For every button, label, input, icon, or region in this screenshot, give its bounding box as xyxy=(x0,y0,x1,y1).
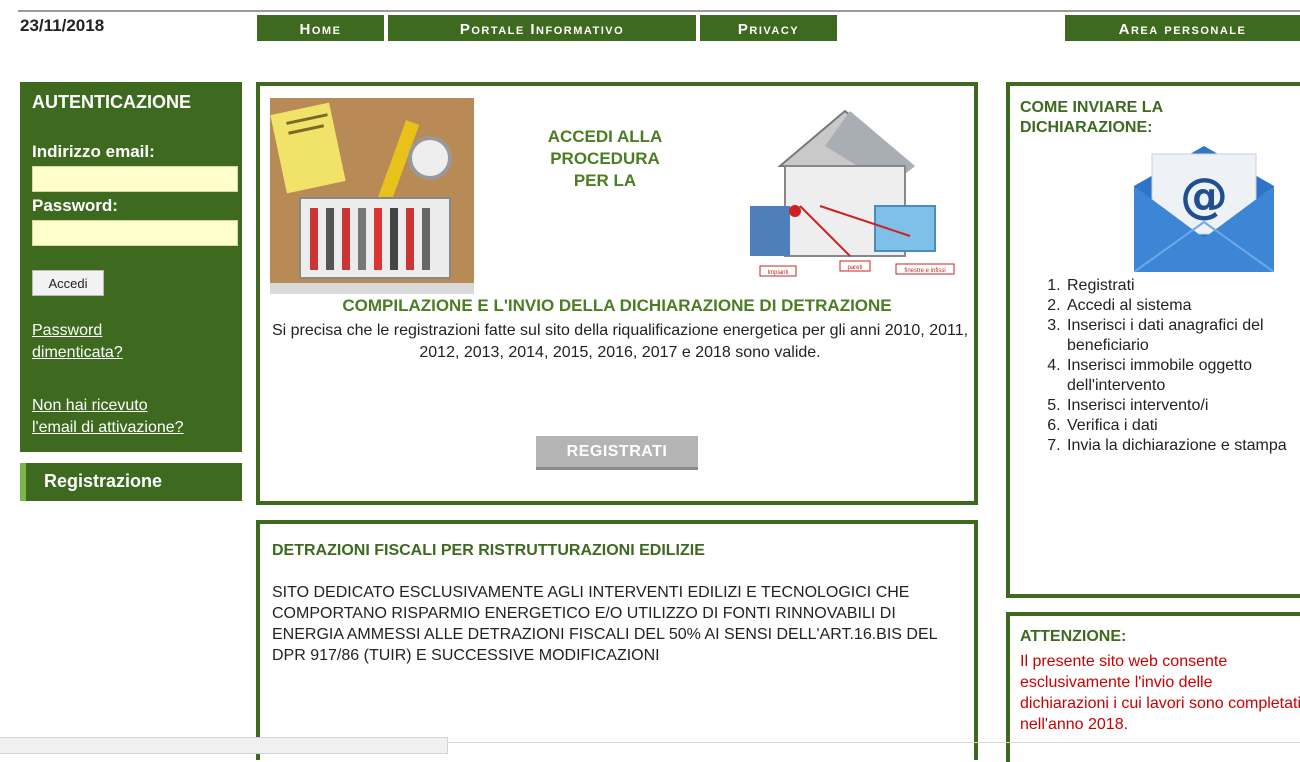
accedi-line2: PROCEDURA xyxy=(550,149,660,168)
password-label: Password: xyxy=(32,196,118,215)
house-label-impianti: Impianti xyxy=(767,270,788,276)
accedi-line1: ACCEDI ALLA xyxy=(547,127,663,146)
svg-text:@: @ xyxy=(1180,168,1228,224)
accedi-line3: PER LA xyxy=(573,171,637,190)
step-item: Inserisci immobile oggetto dell'interven… xyxy=(1065,356,1300,396)
resend-activation-line2: l'email di attivazione? xyxy=(32,419,184,436)
nav-area-personale[interactable]: Area personale xyxy=(1065,15,1300,41)
come-inviare-title-line1: COME INVIARE LA xyxy=(1020,99,1164,116)
header-divider xyxy=(18,10,1300,12)
auth-panel: AUTENTICAZIONE Indirizzo email: Password… xyxy=(20,82,242,452)
resend-activation-line1: Non hai ricevuto xyxy=(32,397,148,414)
tools-image xyxy=(270,98,474,294)
detrazioni-title: DETRAZIONI FISCALI PER RISTRUTTURAZIONI … xyxy=(272,542,705,559)
password-field[interactable] xyxy=(32,220,238,246)
email-field[interactable] xyxy=(32,166,238,192)
forgot-password-link[interactable]: Password dimenticata? xyxy=(32,320,123,364)
house-illustration: Impianti pareti finestre e infissi xyxy=(730,106,960,281)
browser-status-bar xyxy=(0,737,448,754)
compilazione-heading: COMPILAZIONE E L'INVIO DELLA DICHIARAZIO… xyxy=(342,296,892,315)
registrazione-label: Registrazione xyxy=(44,471,163,491)
detrazioni-body: SITO DEDICATO ESCLUSIVAMENTE AGLI INTERV… xyxy=(272,584,937,664)
current-date: 23/11/2018 xyxy=(20,16,105,35)
nav-home[interactable]: Home xyxy=(257,15,384,41)
forgot-password-line1: Password xyxy=(32,322,103,339)
registrazioni-note: Si precisa che le registrazioni fatte su… xyxy=(271,322,969,361)
attenzione-title: ATTENZIONE: xyxy=(1020,628,1127,645)
auth-title: AUTENTICAZIONE xyxy=(32,92,191,112)
house-label-pareti: pareti xyxy=(847,265,862,271)
email-label: Indirizzo email: xyxy=(32,142,155,161)
house-label-finestre: finestre e infissi xyxy=(904,268,945,274)
detrazioni-box: DETRAZIONI FISCALI PER RISTRUTTURAZIONI … xyxy=(256,520,978,760)
attenzione-box: ATTENZIONE: Il presente sito web consent… xyxy=(1006,612,1300,762)
resend-activation-link[interactable]: Non hai ricevuto l'email di attivazione? xyxy=(32,395,184,439)
accedi-heading: ACCEDI ALLA PROCEDURA PER LA xyxy=(490,126,720,192)
steps-list: Registrati Accedi al sistema Inserisci i… xyxy=(1040,276,1300,456)
forgot-password-line2: dimenticata? xyxy=(32,344,123,361)
step-item: Inserisci intervento/i xyxy=(1065,396,1300,416)
step-item: Verifica i dati xyxy=(1065,416,1300,436)
step-item: Inserisci i dati anagrafici del benefici… xyxy=(1065,316,1300,356)
attenzione-body: Il presente sito web consente esclusivam… xyxy=(1020,653,1300,733)
procedure-box: ACCEDI ALLA PROCEDURA PER LA Impianti pa… xyxy=(256,82,978,505)
registrati-button[interactable]: REGISTRATI xyxy=(536,436,698,470)
step-item: Registrati xyxy=(1065,276,1300,296)
step-item: Accedi al sistema xyxy=(1065,296,1300,316)
registrazione-button[interactable]: Registrazione xyxy=(20,463,242,501)
login-button[interactable]: Accedi xyxy=(32,270,104,296)
come-inviare-title-line2: DICHIARAZIONE: xyxy=(1020,119,1153,136)
bottom-divider xyxy=(448,742,1300,743)
nav-privacy[interactable]: Privacy xyxy=(700,15,837,41)
email-envelope-icon: @ xyxy=(1133,146,1275,273)
come-inviare-box: COME INVIARE LA DICHIARAZIONE: @ Registr… xyxy=(1006,82,1300,598)
come-inviare-title: COME INVIARE LA DICHIARAZIONE: xyxy=(1020,98,1163,138)
step-item: Invia la dichiarazione e stampa xyxy=(1065,436,1300,456)
nav-portale-informativo[interactable]: Portale Informativo xyxy=(388,15,696,41)
